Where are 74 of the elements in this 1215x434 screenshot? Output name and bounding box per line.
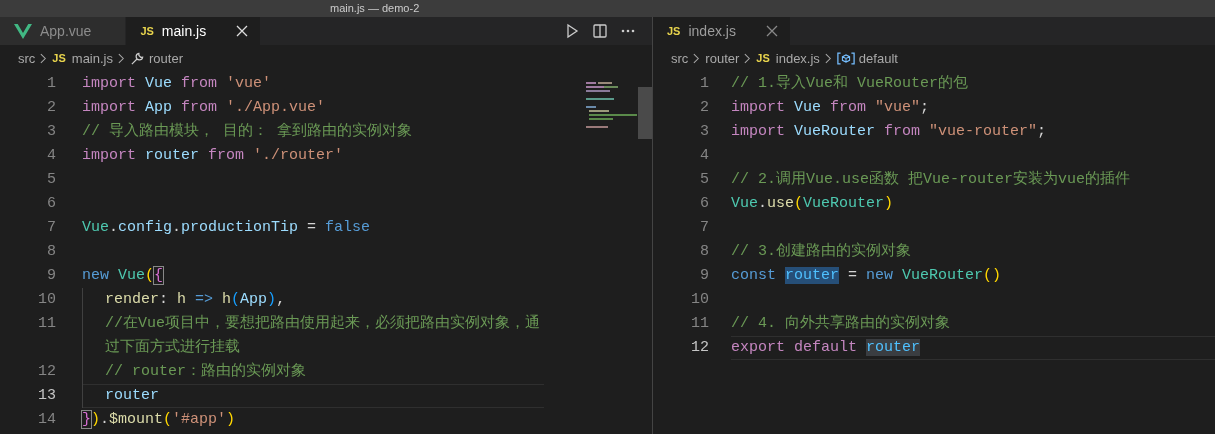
code-line: // 2.调用Vue.use函数 把Vue-router安装为vue的插件 xyxy=(731,169,1132,190)
code-line: // 3.创建路由的实例对象 xyxy=(731,241,912,262)
code-line: Vue.use(VueRouter) xyxy=(731,194,895,214)
code-line: render: h => h(App), xyxy=(105,290,287,310)
code-line: const router = new VueRouter() xyxy=(731,266,1003,286)
run-icon[interactable] xyxy=(564,23,580,39)
line-number: 6 xyxy=(699,194,709,214)
code-line: // 1.导入Vue和 VueRouter的包 xyxy=(731,73,970,94)
line-number: 13 xyxy=(37,386,56,406)
code-line: //在Vue项目中，要想把路由使用起来，必须把路由实例对象，通过下面方式进行挂载 xyxy=(105,313,541,358)
line-number: 10 xyxy=(690,290,709,310)
breadcrumb-item[interactable]: index.js xyxy=(775,50,820,66)
code-line: import VueRouter from "vue-router"; xyxy=(731,122,1048,142)
line-number: 12 xyxy=(37,362,56,382)
line-number: 2 xyxy=(699,98,709,118)
editor-tab[interactable]: App.vue xyxy=(0,17,127,45)
line-number: 5 xyxy=(46,170,56,190)
code-line: router xyxy=(105,386,160,406)
chevron-icon xyxy=(744,52,752,64)
code-line: // 导入路由模块， 目的： 拿到路由的实例对象 xyxy=(82,121,413,142)
line-number: 8 xyxy=(46,242,56,262)
code-line: export default router xyxy=(731,338,922,358)
line-number: 2 xyxy=(46,98,56,118)
line-number: 4 xyxy=(699,146,709,166)
js-icon: JS xyxy=(52,52,66,64)
tab-label: main.js xyxy=(161,23,207,39)
breadcrumb-item[interactable]: src xyxy=(18,50,36,66)
line-number: 11 xyxy=(690,314,709,334)
code-line: // router：路由的实例对象 xyxy=(105,361,307,382)
js-icon: JS xyxy=(140,25,154,37)
editor-tab[interactable]: JS main.js xyxy=(126,17,262,45)
line-number: 1 xyxy=(46,74,56,94)
code-line: import App from './App.vue' xyxy=(82,98,327,118)
wrench-icon xyxy=(130,50,145,66)
editor-tab[interactable]: JS index.js xyxy=(653,17,791,45)
breadcrumb-item[interactable]: router xyxy=(705,50,740,66)
code-line: // 4. 向外共享路由的实例对象 xyxy=(731,313,951,334)
line-number: 7 xyxy=(699,218,709,238)
line-number: 7 xyxy=(46,218,56,238)
vue-icon xyxy=(14,23,32,39)
line-number: 3 xyxy=(46,122,56,142)
chevron-icon xyxy=(40,52,48,64)
line-number: 14 xyxy=(37,410,56,430)
js-icon: JS xyxy=(667,25,681,37)
line-number: 6 xyxy=(46,194,56,214)
breadcrumb-item[interactable]: main.js xyxy=(71,50,113,66)
breadcrumb-item[interactable]: router xyxy=(149,50,183,66)
code-line: new Vue({ xyxy=(82,266,165,286)
line-number: 5 xyxy=(699,170,709,190)
code-line: import Vue from 'vue' xyxy=(82,74,273,94)
line-number: 12 xyxy=(690,338,709,358)
tab-label: index.js xyxy=(688,23,736,39)
code-line: import router from './router' xyxy=(82,146,345,166)
chevron-icon xyxy=(824,52,832,64)
code-line: Vue.config.productionTip = false xyxy=(82,218,372,238)
chevron-icon xyxy=(118,52,125,64)
variable-icon xyxy=(836,51,855,65)
code-line: }).$mount('#app') xyxy=(82,410,237,430)
line-number: 9 xyxy=(699,266,709,286)
js-icon: JS xyxy=(756,52,770,64)
code-line: import Vue from "vue"; xyxy=(731,98,931,118)
line-number: 3 xyxy=(699,122,709,142)
chevron-icon xyxy=(693,52,701,64)
line-number: 1 xyxy=(699,74,709,94)
window-title: main.js — demo-2 xyxy=(330,2,420,15)
line-number: 8 xyxy=(699,242,709,262)
breadcrumb-item[interactable]: default xyxy=(858,50,898,66)
breadcrumb-item[interactable]: src xyxy=(671,50,689,66)
line-number: 10 xyxy=(37,290,56,310)
line-number: 4 xyxy=(46,146,56,166)
line-number: 11 xyxy=(37,314,56,334)
line-number: 9 xyxy=(46,266,56,286)
split-editor-icon[interactable] xyxy=(592,23,608,39)
tab-label: App.vue xyxy=(40,23,92,39)
